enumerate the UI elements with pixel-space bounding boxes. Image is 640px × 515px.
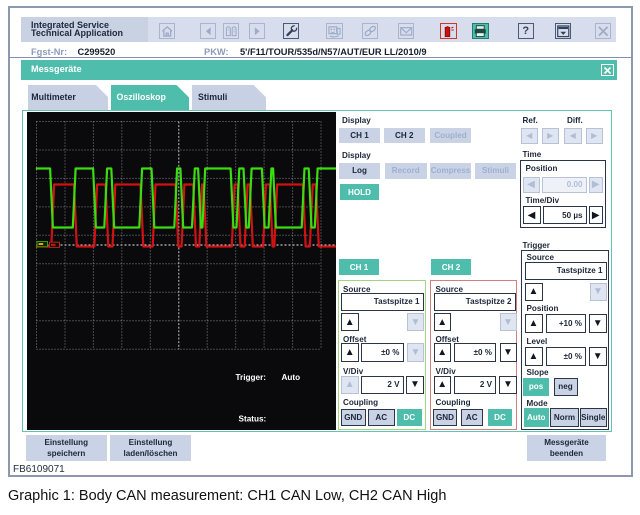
svg-text:Trigger:: Trigger: bbox=[235, 373, 265, 382]
svg-text:Status:: Status: bbox=[238, 414, 266, 423]
svg-text:Auto: Auto bbox=[281, 373, 300, 382]
